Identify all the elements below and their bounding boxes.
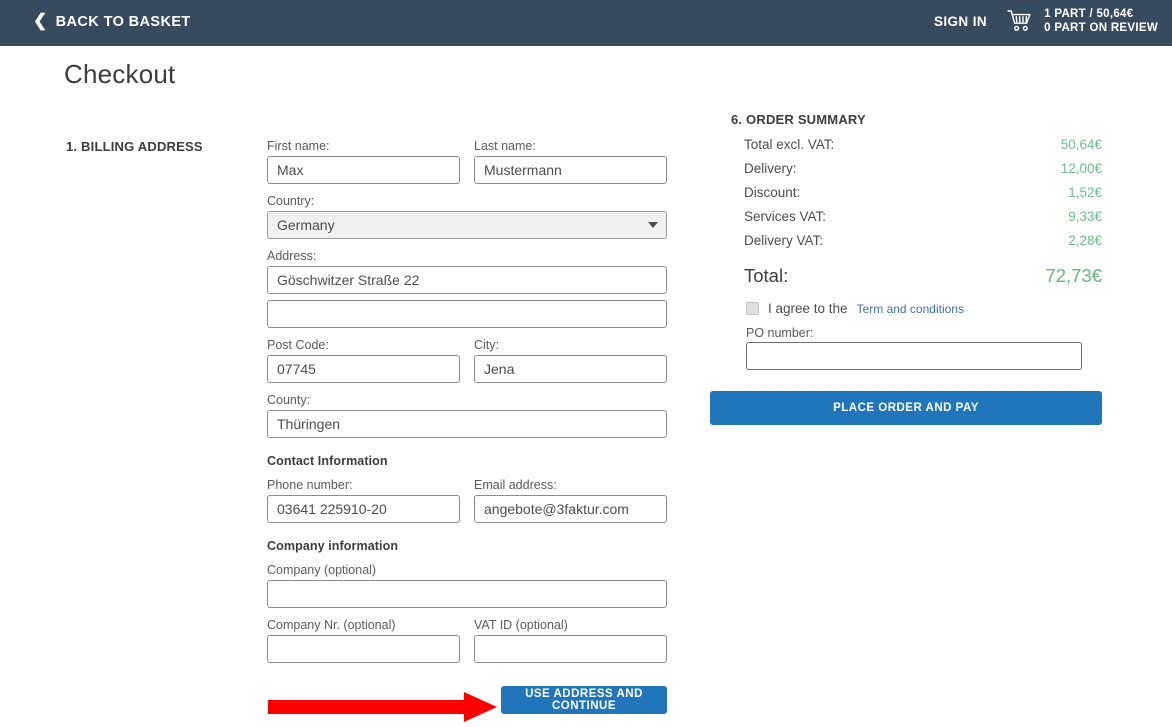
summary-total-label: Total:: [744, 265, 788, 287]
company-label: Company (optional): [267, 562, 667, 578]
email-field-group: Email address:: [474, 477, 667, 523]
spacer: [267, 608, 667, 617]
summary-row-value: 50,64€: [1061, 137, 1102, 152]
agree-terms-label: I agree to the: [768, 301, 848, 316]
summary-row: Delivery: 12,00€: [710, 161, 1102, 185]
address-label: Address:: [267, 248, 667, 264]
company-field-group: Company (optional): [267, 562, 667, 608]
country-field-group: Country: Germany: [267, 193, 667, 239]
address-line1-input[interactable]: [267, 266, 667, 294]
country-select[interactable]: Germany: [267, 211, 667, 239]
email-input[interactable]: [474, 495, 667, 523]
terms-and-conditions-link[interactable]: Term and conditions: [857, 302, 964, 316]
spacer: [267, 438, 667, 454]
sign-in-link[interactable]: SIGN IN: [934, 14, 987, 29]
use-address-and-continue-button[interactable]: USE ADDRESS AND CONTINUE: [501, 686, 667, 714]
first-name-label: First name:: [267, 138, 460, 154]
post-code-label: Post Code:: [267, 337, 460, 353]
company-nr-input[interactable]: [267, 635, 460, 663]
cart-review-count: 0 PART ON REVIEW: [1044, 22, 1158, 34]
first-name-field-group: First name:: [267, 138, 460, 184]
city-field-group: City:: [474, 337, 667, 383]
summary-row: Discount: 1,52€: [710, 185, 1102, 209]
first-name-input[interactable]: [267, 156, 460, 184]
agree-terms-checkbox[interactable]: [746, 302, 759, 315]
contact-row: Phone number: Email address:: [267, 477, 667, 523]
summary-total-row: Total: 72,73€: [710, 265, 1102, 287]
summary-row-value: 2,28€: [1068, 233, 1102, 248]
summary-row-label: Services VAT:: [744, 209, 826, 224]
summary-row-label: Delivery:: [744, 161, 797, 176]
company-nr-label: Company Nr. (optional): [267, 617, 460, 633]
summary-row-value: 9,33€: [1068, 209, 1102, 224]
page-title: Checkout: [64, 59, 175, 90]
summary-total-value: 72,73€: [1045, 265, 1102, 287]
shopping-cart-icon: [1007, 9, 1033, 33]
cart-part-count: 1 PART / 50,64€: [1044, 8, 1133, 20]
billing-address-section-heading: 1. BILLING ADDRESS: [66, 139, 203, 154]
country-label: Country:: [267, 193, 667, 209]
post-code-input[interactable]: [267, 355, 460, 383]
back-to-basket-label: BACK TO BASKET: [56, 14, 191, 30]
summary-row-label: Total excl. VAT:: [744, 137, 834, 152]
company-input[interactable]: [267, 580, 667, 608]
spacer: [267, 553, 667, 562]
email-label: Email address:: [474, 477, 667, 493]
name-row: First name: Last name:: [267, 138, 667, 184]
terms-agreement-row: I agree to the Term and conditions: [710, 301, 1102, 316]
spacer: [267, 383, 667, 392]
post-code-field-group: Post Code:: [267, 337, 460, 383]
summary-row-value: 1,52€: [1068, 185, 1102, 200]
vat-id-label: VAT ID (optional): [474, 617, 667, 633]
county-label: County:: [267, 392, 667, 408]
back-to-basket-link[interactable]: ❮ BACK TO BASKET: [33, 13, 191, 30]
country-select-value: Germany: [267, 211, 667, 239]
spacer: [267, 523, 667, 539]
address-line2-input[interactable]: [267, 300, 667, 328]
phone-label: Phone number:: [267, 477, 460, 493]
county-field-group: County:: [267, 392, 667, 438]
place-order-and-pay-button[interactable]: PLACE ORDER AND PAY: [710, 391, 1102, 425]
spacer: [267, 184, 667, 193]
county-input[interactable]: [267, 410, 667, 438]
city-input[interactable]: [474, 355, 667, 383]
chevron-left-icon: ❮: [33, 12, 48, 29]
phone-field-group: Phone number:: [267, 477, 460, 523]
order-summary-heading: 6. ORDER SUMMARY: [710, 112, 1102, 127]
company-nr-field-group: Company Nr. (optional): [267, 617, 460, 663]
summary-row: Total excl. VAT: 50,64€: [710, 137, 1102, 161]
summary-row: Delivery VAT: 2,28€: [710, 233, 1102, 257]
address-line2-field-group: [267, 300, 667, 328]
city-label: City:: [474, 337, 667, 353]
spacer: [267, 239, 667, 248]
po-number-input[interactable]: [746, 342, 1082, 370]
billing-address-form: First name: Last name: Country: Germany …: [267, 138, 667, 726]
company-information-heading: Company information: [267, 539, 667, 553]
summary-row-value: 12,00€: [1061, 161, 1102, 176]
spacer: [267, 468, 667, 477]
order-summary-panel: 6. ORDER SUMMARY Total excl. VAT: 50,64€…: [710, 112, 1102, 425]
vat-id-field-group: VAT ID (optional): [474, 617, 667, 663]
last-name-input[interactable]: [474, 156, 667, 184]
summary-row-label: Delivery VAT:: [744, 233, 823, 248]
phone-input[interactable]: [267, 495, 460, 523]
vat-id-input[interactable]: [474, 635, 667, 663]
last-name-label: Last name:: [474, 138, 667, 154]
cart-text: 1 PART / 50,64€ 0 PART ON REVIEW: [1044, 7, 1158, 35]
po-number-label: PO number:: [710, 326, 1102, 340]
spacer: [267, 328, 667, 337]
address-field-group: Address:: [267, 248, 667, 294]
top-bar: ❮ BACK TO BASKET SIGN IN 1 PART / 50,64€…: [0, 0, 1172, 46]
summary-row-label: Discount:: [744, 185, 800, 200]
chevron-down-icon: [648, 222, 658, 228]
postcode-city-row: Post Code: City:: [267, 337, 667, 383]
company-details-row: Company Nr. (optional) VAT ID (optional): [267, 617, 667, 663]
red-arrow-annotation-icon: [268, 692, 498, 727]
contact-information-heading: Contact Information: [267, 454, 667, 468]
cart-summary[interactable]: 1 PART / 50,64€ 0 PART ON REVIEW: [1007, 7, 1158, 35]
summary-row: Services VAT: 9,33€: [710, 209, 1102, 233]
continue-row: USE ADDRESS AND CONTINUE: [267, 686, 667, 726]
last-name-field-group: Last name:: [474, 138, 667, 184]
